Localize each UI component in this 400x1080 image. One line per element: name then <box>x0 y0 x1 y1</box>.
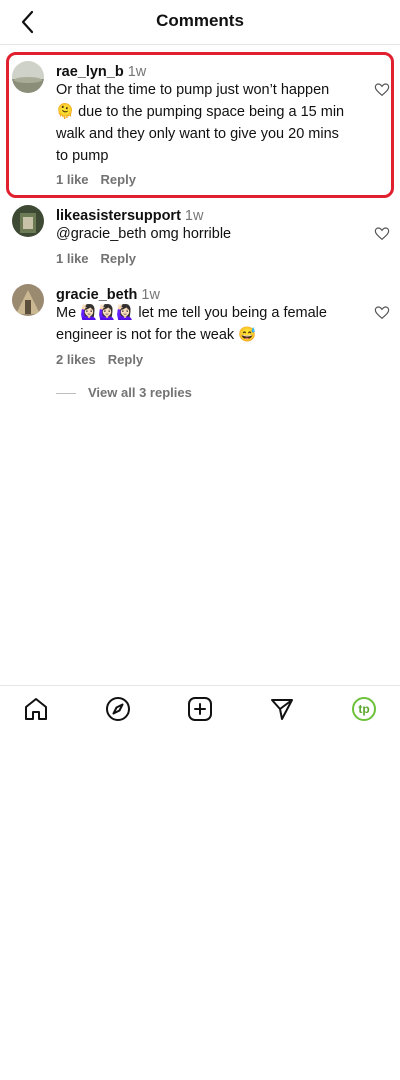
comment-meta: 1 like Reply <box>56 251 148 266</box>
comment-likes[interactable]: 1 like <box>56 172 89 187</box>
page-title: Comments <box>156 11 244 30</box>
divider <box>56 393 76 395</box>
explore-icon <box>106 697 130 721</box>
comment-text: Me 🙋🏻‍♀️🙋🏻‍♀️🙋🏻‍♀️ let me tell you being… <box>56 305 327 343</box>
like-button[interactable] <box>374 226 390 242</box>
comment-text: Or that the time to pump just won’t happ… <box>56 82 345 164</box>
comment-username-row: gracie_beth 1w <box>56 287 160 303</box>
reply-button[interactable]: Reply <box>108 352 143 367</box>
comment-username[interactable]: rae_lyn_b <box>56 64 124 80</box>
comment-text: @gracie_beth omg horrible <box>56 226 232 242</box>
heart-icon <box>374 83 390 97</box>
comment-username-row: likeasistersupport 1w <box>56 208 203 224</box>
heart-icon <box>374 227 390 241</box>
home-icon <box>25 698 47 720</box>
profile-initials: tp <box>358 702 370 716</box>
avatar[interactable] <box>12 205 44 237</box>
nav-profile[interactable]: tp <box>350 695 378 723</box>
comment-meta: 1 like Reply <box>56 172 148 187</box>
view-replies-button[interactable]: View all 3 replies <box>56 385 192 400</box>
nav-home[interactable] <box>22 695 50 723</box>
comment-username[interactable]: gracie_beth <box>56 287 137 303</box>
bottom-nav: tp <box>0 685 400 734</box>
send-icon <box>271 699 293 720</box>
nav-messages[interactable] <box>268 695 296 723</box>
like-button[interactable] <box>374 82 390 98</box>
header-bar: Comments <box>0 0 400 45</box>
view-replies-label: View all 3 replies <box>88 385 192 400</box>
comment-likes[interactable]: 2 likes <box>56 352 96 367</box>
profile-avatar: tp <box>352 697 376 721</box>
comment-time: 1w <box>127 64 147 80</box>
reply-button[interactable]: Reply <box>101 251 136 266</box>
comment-meta: 2 likes Reply <box>56 352 155 367</box>
comment-username[interactable]: likeasistersupport <box>56 208 181 224</box>
avatar[interactable] <box>12 61 44 93</box>
nav-explore[interactable] <box>104 695 132 723</box>
nav-create[interactable] <box>186 695 214 723</box>
reply-button[interactable]: Reply <box>101 172 136 187</box>
comment-username-row: rae_lyn_b 1w <box>56 64 146 80</box>
comment-time: 1w <box>141 287 160 303</box>
like-button[interactable] <box>374 305 390 321</box>
avatar[interactable] <box>12 284 44 316</box>
add-icon <box>188 697 212 721</box>
heart-icon <box>374 306 390 320</box>
comment-time: 1w <box>184 208 204 224</box>
comment-likes[interactable]: 1 like <box>56 251 89 266</box>
